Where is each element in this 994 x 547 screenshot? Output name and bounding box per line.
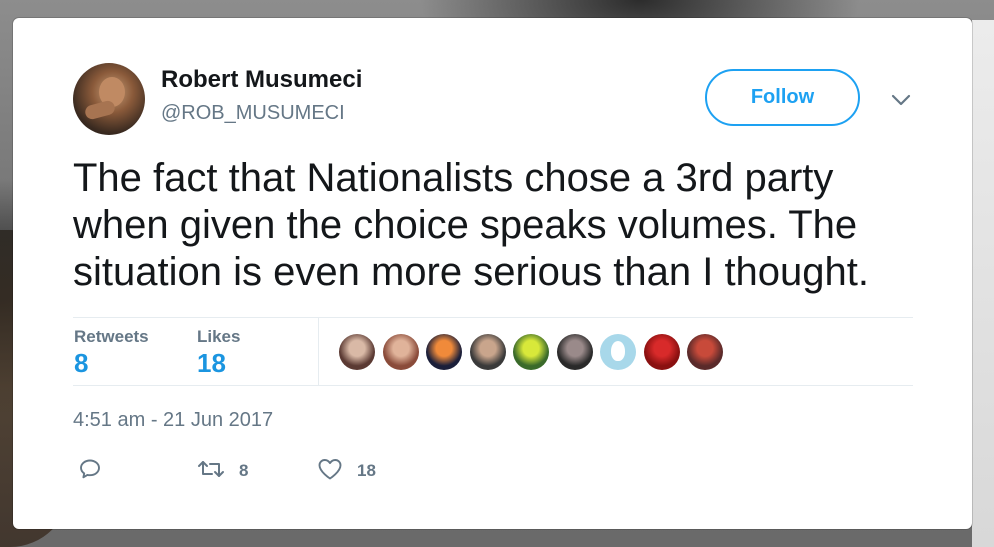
man-bald-avatar[interactable]: [469, 334, 506, 370]
man-dark-avatar[interactable]: [556, 334, 593, 370]
reply-icon: [78, 457, 102, 486]
football-jersey-avatar[interactable]: [643, 334, 680, 370]
background-panel-right: [972, 20, 994, 547]
avatar-hand: [83, 99, 117, 121]
retweet-icon: [197, 457, 225, 486]
man-glasses-avatar[interactable]: [382, 334, 419, 370]
author-handle[interactable]: @ROB_MUSUMECI: [161, 102, 345, 125]
likes-label[interactable]: Likes: [197, 327, 240, 347]
divider-bottom: [73, 385, 913, 386]
sunset-avatar[interactable]: [426, 334, 462, 370]
likes-count[interactable]: 18: [197, 348, 226, 379]
retweet-button[interactable]: 8: [197, 456, 248, 486]
stadium-avatar[interactable]: [687, 334, 723, 370]
retweets-count[interactable]: 8: [74, 348, 88, 379]
stats-separator: [318, 318, 319, 385]
woman-avatar[interactable]: [339, 334, 375, 370]
tweet-text: The fact that Nationalists chose a 3rd p…: [73, 156, 870, 294]
author-avatar[interactable]: [73, 63, 145, 135]
hivis-avatar[interactable]: [513, 334, 549, 370]
like-action-count: 18: [357, 461, 376, 480]
retweet-action-count: 8: [239, 461, 249, 480]
reply-button[interactable]: [78, 456, 102, 486]
divider-top: [73, 317, 913, 318]
like-button[interactable]: 18: [317, 456, 376, 486]
follow-button[interactable]: Follow: [705, 69, 860, 126]
default-egg-avatar[interactable]: [600, 334, 636, 370]
heart-icon: [317, 457, 343, 486]
chevron-down-icon[interactable]: [888, 88, 914, 112]
retweets-label[interactable]: Retweets: [74, 327, 149, 347]
author-name[interactable]: Robert Musumeci: [161, 66, 362, 94]
tweet-timestamp[interactable]: 4:51 am - 21 Jun 2017: [73, 409, 273, 432]
